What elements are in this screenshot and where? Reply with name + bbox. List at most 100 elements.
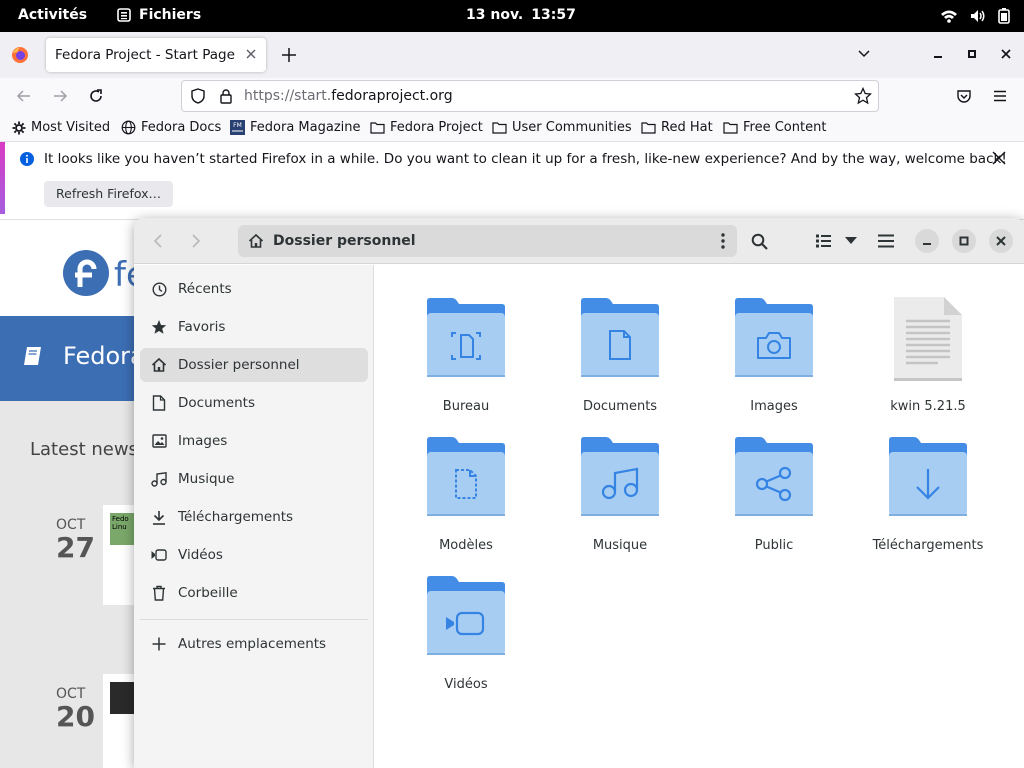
path-bar[interactable]: Dossier personnel: [238, 225, 737, 257]
close-window-icon[interactable]: [989, 229, 1013, 253]
bookmark-fedora-magazine[interactable]: FM Fedora Magazine: [230, 120, 361, 135]
maximize-window-icon[interactable]: [952, 229, 976, 253]
clock-icon: [140, 281, 178, 297]
video-icon: [140, 549, 178, 561]
tab-close-icon[interactable]: [245, 48, 257, 60]
forward-chevron-icon[interactable]: [188, 233, 204, 249]
view-options-dropdown-icon[interactable]: [845, 237, 857, 245]
globe-icon: [121, 120, 136, 135]
file-name: Bureau: [442, 399, 490, 414]
music-icon: [140, 471, 178, 487]
news-date: OCT 20: [56, 686, 106, 732]
folder-downloads-icon: [888, 436, 968, 520]
file-item-text[interactable]: kwin 5.21.5: [853, 297, 1003, 425]
close-window-icon[interactable]: [998, 46, 1014, 62]
bookmarks-toolbar: Most Visited Fedora Docs FM Fedora Magaz…: [0, 114, 1024, 142]
sidebar-item-videos[interactable]: Vidéos: [140, 538, 368, 572]
latest-news-heading: Latest news: [30, 439, 138, 460]
sidebar-item-trash[interactable]: Corbeille: [140, 576, 368, 610]
notification-close-icon[interactable]: [991, 150, 1007, 166]
clock-time: 13:57: [531, 7, 576, 23]
home-icon: [140, 357, 178, 373]
activities-button[interactable]: Activités: [18, 7, 87, 23]
trash-icon: [140, 585, 178, 601]
sidebar-item-label: Musique: [178, 471, 235, 487]
bookmark-folder-free-content[interactable]: Free Content: [723, 120, 826, 135]
plus-icon: [140, 637, 178, 651]
navigation-bar: https://start.fedoraproject.org: [0, 78, 1024, 114]
folder-music-icon: [580, 436, 660, 520]
folder-videos-icon: [426, 575, 506, 659]
sidebar-item-recents[interactable]: Récents: [140, 272, 368, 306]
folder-item-downloads[interactable]: Téléchargements: [853, 436, 1003, 564]
list-tabs-chevron-icon[interactable]: [856, 46, 872, 62]
image-icon: [140, 434, 178, 448]
sidebar-item-home[interactable]: Dossier personnel: [140, 348, 368, 382]
list-view-icon[interactable]: [816, 234, 831, 248]
book-icon: [22, 345, 44, 367]
app-menu-label: Fichiers: [139, 7, 202, 23]
folder-item-desktop[interactable]: Bureau: [391, 297, 541, 425]
minimize-window-icon[interactable]: [915, 229, 939, 253]
news-day: 20: [56, 700, 95, 733]
sidebar-item-starred[interactable]: Favoris: [140, 310, 368, 344]
battery-icon: [998, 8, 1010, 24]
clock[interactable]: 13 nov. 13:57: [466, 7, 576, 23]
sidebar-item-music[interactable]: Musique: [140, 462, 368, 496]
folder-item-public[interactable]: Public: [699, 436, 849, 564]
back-arrow-icon[interactable]: [16, 88, 32, 104]
maximize-icon[interactable]: [964, 46, 980, 62]
system-tray[interactable]: [940, 8, 1010, 24]
bookmark-folder-fedora-project[interactable]: Fedora Project: [370, 120, 483, 135]
sidebar-item-label: Corbeille: [178, 585, 238, 601]
bookmark-label: Fedora Magazine: [250, 120, 361, 135]
sidebar-item-downloads[interactable]: Téléchargements: [140, 500, 368, 534]
bookmark-folder-red-hat[interactable]: Red Hat: [641, 120, 713, 135]
main-menu-icon[interactable]: [878, 234, 894, 248]
reload-icon[interactable]: [88, 88, 104, 104]
hamburger-menu-icon[interactable]: [992, 88, 1008, 104]
url-text[interactable]: https://start.fedoraproject.org: [244, 88, 453, 104]
tab-bar: Fedora Project - Start Page: [0, 32, 1024, 78]
minimize-icon[interactable]: [930, 46, 946, 62]
search-icon[interactable]: [751, 233, 768, 250]
gear-icon: [12, 121, 26, 135]
sidebar-item-other-locations[interactable]: Autres emplacements: [140, 627, 368, 661]
firefox-logo-icon[interactable]: [11, 46, 29, 64]
tab-fedora-start-page[interactable]: Fedora Project - Start Page: [46, 38, 266, 72]
file-name: Vidéos: [444, 677, 488, 692]
back-chevron-icon[interactable]: [150, 233, 166, 249]
bookmark-star-icon[interactable]: [854, 87, 872, 105]
folder-icon: [492, 121, 507, 134]
folder-documents-icon: [580, 297, 660, 381]
tab-title: Fedora Project - Start Page: [55, 47, 235, 63]
file-name: Images: [750, 399, 798, 414]
folder-item-templates[interactable]: Modèles: [391, 436, 541, 564]
bookmark-most-visited[interactable]: Most Visited: [12, 120, 110, 135]
folder-item-pictures[interactable]: Images: [699, 297, 849, 425]
sidebar-item-documents[interactable]: Documents: [140, 386, 368, 420]
folder-item-videos[interactable]: Vidéos: [391, 575, 541, 703]
vertical-dots-menu-icon[interactable]: [721, 233, 725, 249]
pocket-icon[interactable]: [956, 88, 972, 104]
forward-arrow-icon[interactable]: [52, 88, 68, 104]
folder-item-documents[interactable]: Documents: [545, 297, 695, 425]
notification-accent-strip: [0, 142, 5, 214]
url-bar[interactable]: https://start.fedoraproject.org: [181, 80, 879, 112]
lock-icon[interactable]: [218, 88, 234, 104]
download-icon: [140, 510, 178, 525]
bookmark-folder-user-communities[interactable]: User Communities: [492, 120, 632, 135]
sidebar-item-pictures[interactable]: Images: [140, 424, 368, 458]
refresh-firefox-button[interactable]: Refresh Firefox…: [44, 181, 174, 207]
tracking-protection-shield-icon[interactable]: [190, 88, 206, 104]
sidebar-separator: [140, 619, 368, 620]
files-app-icon: [117, 8, 131, 22]
app-menu[interactable]: Fichiers: [117, 7, 201, 23]
bookmark-fedora-docs[interactable]: Fedora Docs: [121, 120, 221, 135]
new-tab-plus-icon[interactable]: [281, 47, 297, 63]
bookmark-label: Most Visited: [31, 120, 111, 135]
file-name: Documents: [582, 399, 658, 414]
refresh-firefox-notification: It looks like you haven’t started Firefo…: [0, 142, 1024, 220]
folder-item-music[interactable]: Musique: [545, 436, 695, 564]
folder-desktop-icon: [426, 297, 506, 381]
